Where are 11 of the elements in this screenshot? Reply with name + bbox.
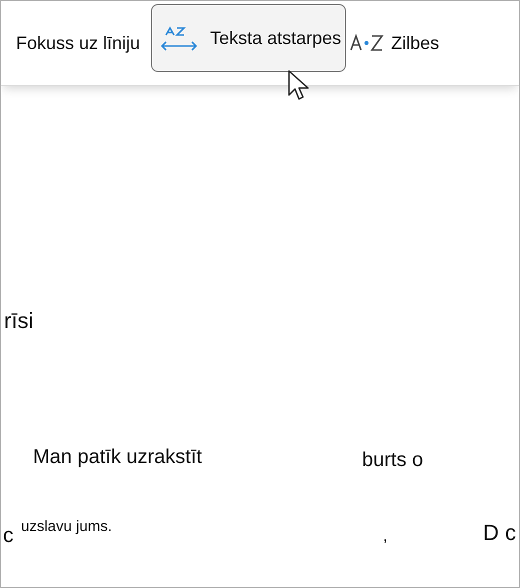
toolbar-button[interactable]: Zilbes [388, 32, 446, 54]
text-fragment: , [383, 528, 388, 546]
text-fragment: D c [483, 520, 516, 546]
toolbar-button[interactable]: Fokuss uz līniju [13, 32, 148, 54]
text-fragment: burts o [362, 449, 424, 472]
text-fragment: Man patīk uzrakstīt [33, 446, 202, 469]
text-fragment: rīsi [4, 308, 34, 334]
toolbar-button[interactable]: Teksta atstarpes [151, 4, 346, 72]
text-fragment: uzslavu jums. [21, 518, 112, 535]
syllables-icon [350, 33, 384, 53]
text-fragment: c [3, 524, 14, 548]
